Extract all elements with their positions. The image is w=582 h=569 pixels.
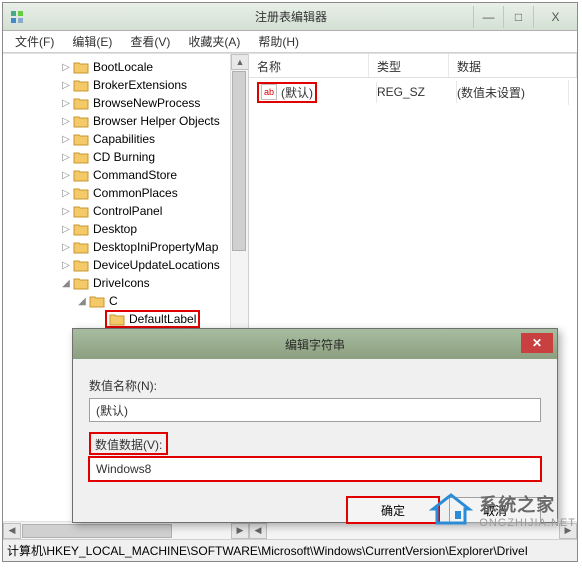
- menubar: 文件(F) 编辑(E) 查看(V) 收藏夹(A) 帮助(H): [3, 31, 577, 53]
- folder-icon: [73, 258, 89, 272]
- expander-icon[interactable]: ▷: [59, 134, 73, 145]
- expander-icon[interactable]: ▷: [59, 152, 73, 163]
- tree-label: DesktopIniPropertyMap: [93, 240, 218, 254]
- folder-icon: [89, 294, 105, 308]
- tree-item[interactable]: ◢ DriveIcons: [3, 274, 248, 292]
- column-name[interactable]: 名称: [249, 54, 369, 77]
- tree-label: BrokerExtensions: [93, 78, 187, 92]
- tree-item[interactable]: ▷ BrokerExtensions: [3, 76, 248, 94]
- edit-string-dialog: 编辑字符串 ✕ 数值名称(N): 数值数据(V): 确定 取消: [72, 328, 558, 523]
- string-value-icon: ab: [261, 84, 277, 100]
- menu-help[interactable]: 帮助(H): [250, 31, 307, 52]
- expander-icon[interactable]: ▷: [59, 242, 73, 253]
- column-type[interactable]: 类型: [369, 54, 449, 77]
- expander-icon[interactable]: ▷: [59, 116, 73, 127]
- minimize-button[interactable]: —: [473, 6, 503, 28]
- folder-icon: [73, 150, 89, 164]
- data-input[interactable]: [89, 457, 541, 481]
- scroll-up-button[interactable]: ▲: [231, 54, 249, 70]
- tree-label: DriveIcons: [93, 276, 150, 290]
- tree-label: BrowseNewProcess: [93, 96, 200, 110]
- folder-icon: [73, 60, 89, 74]
- column-data[interactable]: 数据: [449, 54, 577, 77]
- value-name: (默认): [281, 84, 313, 101]
- maximize-button[interactable]: □: [503, 6, 533, 28]
- expander-icon[interactable]: ▷: [59, 80, 73, 91]
- dialog-titlebar[interactable]: 编辑字符串 ✕: [73, 329, 557, 359]
- window-controls: — □ X: [473, 6, 577, 28]
- tree-label: Desktop: [93, 222, 137, 236]
- tree-label: Capabilities: [93, 132, 155, 146]
- menu-favorites[interactable]: 收藏夹(A): [180, 31, 248, 52]
- tree-label: C: [109, 294, 118, 308]
- ok-button[interactable]: 确定: [347, 497, 439, 523]
- folder-icon: [73, 168, 89, 182]
- folder-icon: [73, 114, 89, 128]
- tree-item[interactable]: ▷ Browser Helper Objects: [3, 112, 248, 130]
- tree-item[interactable]: ◢C: [3, 292, 248, 310]
- tree-label: CommandStore: [93, 168, 177, 182]
- folder-icon: [73, 222, 89, 236]
- name-input[interactable]: [89, 398, 541, 422]
- scroll-thumb[interactable]: [232, 71, 246, 251]
- folder-icon: [73, 276, 89, 290]
- folder-icon: [73, 96, 89, 110]
- tree-item[interactable]: ▷ DeviceUpdateLocations: [3, 256, 248, 274]
- name-label: 数值名称(N):: [89, 377, 541, 394]
- expander-icon[interactable]: ▷: [59, 98, 73, 109]
- expander-icon[interactable]: ◢: [75, 296, 89, 307]
- tree-label: ControlPanel: [93, 204, 162, 218]
- list-row[interactable]: ab (默认) REG_SZ (数值未设置): [257, 82, 569, 102]
- expander-icon[interactable]: ▷: [59, 170, 73, 181]
- list-header: 名称 类型 数据: [249, 54, 577, 78]
- tree-label: DeviceUpdateLocations: [93, 258, 220, 272]
- folder-icon: [73, 186, 89, 200]
- tree-item[interactable]: ▷ CD Burning: [3, 148, 248, 166]
- expander-icon[interactable]: ▷: [59, 206, 73, 217]
- tree-label: DefaultLabel: [129, 312, 196, 326]
- tree-label: CD Burning: [93, 150, 155, 164]
- tree-label: CommonPlaces: [93, 186, 178, 200]
- expander-icon[interactable]: ▷: [59, 62, 73, 73]
- scroll-right-button[interactable]: ▶: [559, 523, 577, 539]
- close-button[interactable]: X: [533, 6, 577, 28]
- tree-item[interactable]: ▷ ControlPanel: [3, 202, 248, 220]
- cancel-button[interactable]: 取消: [449, 497, 541, 523]
- tree-item[interactable]: ▷ BootLocale: [3, 58, 248, 76]
- folder-icon: [73, 78, 89, 92]
- tree-item[interactable]: ▷ Capabilities: [3, 130, 248, 148]
- scroll-left-button[interactable]: ◀: [3, 523, 21, 539]
- expander-icon[interactable]: ▷: [59, 188, 73, 199]
- dialog-close-button[interactable]: ✕: [521, 333, 553, 353]
- tree-item[interactable]: ▷ Desktop: [3, 220, 248, 238]
- tree-item[interactable]: ▷ BrowseNewProcess: [3, 94, 248, 112]
- statusbar: 计算机\HKEY_LOCAL_MACHINE\SOFTWARE\Microsof…: [3, 539, 577, 561]
- folder-icon: [109, 312, 125, 326]
- value-data: (数值未设置): [457, 80, 569, 105]
- value-type: REG_SZ: [377, 81, 457, 103]
- menu-edit[interactable]: 编辑(E): [64, 31, 120, 52]
- tree-label: Browser Helper Objects: [93, 114, 220, 128]
- app-icon: [9, 9, 25, 25]
- data-label: 数值数据(V):: [95, 436, 162, 453]
- menu-view[interactable]: 查看(V): [122, 31, 178, 52]
- folder-icon: [73, 204, 89, 218]
- tree-label: BootLocale: [93, 60, 153, 74]
- dialog-title: 编辑字符串: [285, 336, 345, 353]
- folder-icon: [73, 132, 89, 146]
- tree-item[interactable]: ▷ CommonPlaces: [3, 184, 248, 202]
- tree-item[interactable]: ▷ CommandStore: [3, 166, 248, 184]
- titlebar[interactable]: 注册表编辑器 — □ X: [3, 3, 577, 31]
- tree-item[interactable]: DefaultLabel: [3, 310, 248, 328]
- folder-icon: [73, 240, 89, 254]
- tree-item[interactable]: ▷ DesktopIniPropertyMap: [3, 238, 248, 256]
- expander-icon[interactable]: ◢: [59, 278, 73, 289]
- menu-file[interactable]: 文件(F): [7, 31, 62, 52]
- expander-icon[interactable]: ▷: [59, 224, 73, 235]
- expander-icon[interactable]: ▷: [59, 260, 73, 271]
